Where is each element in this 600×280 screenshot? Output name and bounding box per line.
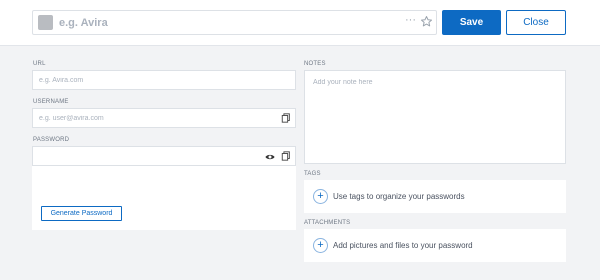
username-input[interactable] [39,109,261,127]
close-button[interactable]: Close [506,10,566,35]
copy-icon[interactable] [281,113,291,123]
password-input[interactable] [39,147,261,165]
plus-icon[interactable]: + [313,189,328,204]
password-label: PASSWORD [33,137,70,143]
password-tools-panel: Generate Password [32,166,296,230]
url-label: URL [33,61,46,67]
username-field[interactable] [32,108,296,128]
add-attachments-row[interactable]: + Add pictures and files to your passwor… [304,229,566,262]
title-input[interactable] [59,13,389,32]
url-input[interactable] [39,71,261,89]
title-field[interactable]: ··· [32,10,437,35]
attachments-label: ATTACHMENTS [304,220,351,226]
username-label: USERNAME [33,99,69,105]
eye-icon[interactable] [265,152,275,162]
tags-label: TAGS [304,171,321,177]
entry-color-swatch[interactable] [38,15,53,30]
notes-label: NOTES [304,61,326,67]
more-options-icon[interactable]: ··· [405,14,416,26]
add-attachments-text[interactable]: Add pictures and files to your password [333,241,473,250]
notes-field[interactable] [304,70,566,164]
password-field[interactable] [32,146,296,166]
generate-password-button[interactable]: Generate Password [41,206,122,221]
plus-icon[interactable]: + [313,238,328,253]
add-tags-text[interactable]: Use tags to organize your passwords [333,192,465,201]
notes-textarea[interactable] [313,79,553,157]
star-icon[interactable] [420,15,433,28]
url-field[interactable] [32,70,296,90]
add-tags-row[interactable]: + Use tags to organize your passwords [304,180,566,213]
save-button[interactable]: Save [442,10,501,35]
copy-icon[interactable] [281,151,291,161]
editor-header: ··· Save Close [0,0,600,46]
